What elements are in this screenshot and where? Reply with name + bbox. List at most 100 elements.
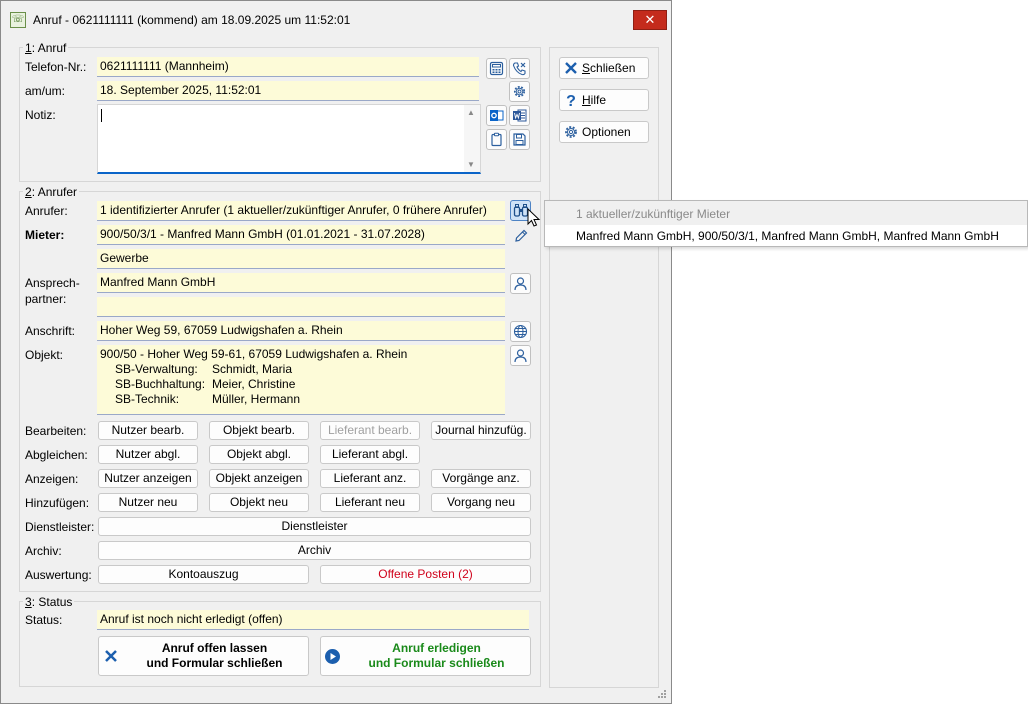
objekt-person: Schmidt, Maria	[212, 362, 293, 376]
lieferant-abgleichen-button[interactable]: Lieferant abgl.	[320, 445, 420, 464]
save-button[interactable]	[509, 129, 530, 150]
objekt-abgleichen-button[interactable]: Objekt abgl.	[209, 445, 309, 464]
notiz-label: Notiz:	[25, 108, 56, 122]
anruf-erledigen-label: Anruf erledigen und Formular schließen	[368, 641, 505, 670]
gear-icon	[513, 85, 526, 98]
calculator-button[interactable]	[486, 58, 507, 79]
popup-header-label: 1 aktueller/zukünftiger Mieter	[576, 207, 731, 221]
ansprechpartner-field[interactable]: Manfred Mann GmbH	[97, 273, 505, 293]
anrufer-popup-menu: 1 aktueller/zukünftiger Mieter Manfred M…	[544, 200, 1028, 247]
notiz-textarea[interactable]: ▲ ▼	[97, 104, 481, 174]
bearbeiten-label: Bearbeiten:	[25, 424, 87, 438]
auswertung-label: Auswertung:	[25, 568, 92, 582]
anrufer-label: Anrufer:	[25, 204, 68, 218]
objekt-anzeigen-button[interactable]: Objekt anzeigen	[209, 469, 309, 488]
svg-text:?: ?	[566, 93, 576, 108]
group-anruf-label: 1: Anruf	[23, 41, 69, 55]
optionen-button[interactable]: Optionen	[559, 121, 649, 143]
objekt-person-button[interactable]	[510, 345, 531, 366]
help-icon: ?	[566, 93, 576, 108]
notiz-scrollbar[interactable]: ▲ ▼	[464, 105, 480, 172]
title-bar: ☏ Anruf - 0621111111 (kommend) am 18.09.…	[1, 1, 671, 39]
anruf-offen-lassen-label: Anruf offen lassen und Formular schließe…	[146, 641, 283, 670]
objekt-neu-button[interactable]: Objekt neu	[209, 493, 309, 512]
archiv-button[interactable]: Archiv	[98, 541, 531, 560]
lieferant-neu-button[interactable]: Lieferant neu	[320, 493, 420, 512]
dienstleister-label: Dienstleister:	[25, 520, 95, 534]
person-icon	[514, 277, 527, 291]
mieter-line2-field[interactable]: Gewerbe	[97, 249, 505, 269]
anruf-offen-lassen-button[interactable]: Anruf offen lassen und Formular schließe…	[98, 636, 309, 676]
ansprechpartner-field-2[interactable]	[97, 297, 505, 317]
app-icon: ☏	[10, 12, 26, 28]
anruf-erledigen-button[interactable]: Anruf erledigen und Formular schließen	[320, 636, 531, 676]
amum-label: am/um:	[25, 84, 66, 98]
status-field[interactable]: Anruf ist noch nicht erledigt (offen)	[97, 610, 529, 630]
objekt-person: Meier, Christine	[212, 377, 296, 391]
side-panel	[549, 47, 659, 688]
dienstleister-button[interactable]: Dienstleister	[98, 517, 531, 536]
clipboard-button[interactable]	[486, 129, 507, 150]
anruf-window: ☏ Anruf - 0621111111 (kommend) am 18.09.…	[0, 0, 672, 704]
ansprech-label-1: Ansprech-	[25, 276, 80, 290]
anrufer-field[interactable]: 1 identifizierter Anrufer (1 aktueller/z…	[97, 201, 505, 221]
group-anrufer-label: 2: Anrufer	[23, 185, 80, 199]
outlook-button[interactable]	[486, 105, 507, 126]
offene-posten-button[interactable]: Offene Posten (2)	[320, 565, 531, 584]
lieferant-anzeigen-button[interactable]: Lieferant anz.	[320, 469, 420, 488]
popup-menu-item[interactable]: Manfred Mann GmbH, 900/50/3/1, Manfred M…	[576, 229, 999, 243]
phone-cancel-button[interactable]	[509, 58, 530, 79]
ansprech-label-2: partner:	[25, 292, 67, 306]
objekt-role: SB-Technik:	[115, 392, 180, 406]
objekt-row: SB-Buchhaltung: Meier, Christine	[100, 377, 502, 392]
anzeigen-label: Anzeigen:	[25, 472, 79, 486]
lieferant-bearbeiten-button[interactable]: Lieferant bearb.	[320, 421, 420, 440]
objekt-row: SB-Verwaltung: Schmidt, Maria	[100, 362, 502, 377]
window-title: Anruf - 0621111111 (kommend) am 18.09.20…	[33, 13, 351, 27]
schliessen-label: Schließen	[582, 61, 636, 75]
close-x-icon	[105, 650, 117, 662]
vorgang-neu-button[interactable]: Vorgang neu	[431, 493, 531, 512]
archiv-label: Archiv:	[25, 544, 62, 558]
hinzufuegen-label: Hinzufügen:	[25, 496, 90, 510]
popup-header: 1 aktueller/zukünftiger Mieter	[545, 201, 1027, 225]
abgleichen-label: Abgleichen:	[25, 448, 88, 462]
amum-field[interactable]: 18. September 2025, 11:52:01	[97, 81, 479, 101]
telefon-field[interactable]: 0621111111 (Mannheim)	[97, 57, 479, 77]
kontoauszug-button[interactable]: Kontoauszug	[98, 565, 309, 584]
settings-button[interactable]	[509, 81, 530, 102]
anschrift-field[interactable]: Hoher Weg 59, 67059 Ludwigshafen a. Rhei…	[97, 321, 505, 341]
gear-icon	[565, 126, 577, 138]
nutzer-abgleichen-button[interactable]: Nutzer abgl.	[98, 445, 198, 464]
window-close-button[interactable]: ✕	[633, 10, 667, 30]
objekt-label: Objekt:	[25, 348, 64, 362]
hilfe-label: Hilfe	[582, 93, 607, 107]
journal-hinzufuegen-button[interactable]: Journal hinzufüg.	[431, 421, 531, 440]
schliessen-button[interactable]: Schließen	[559, 57, 649, 79]
globe-button[interactable]	[510, 321, 531, 342]
mieter-field[interactable]: 900/50/3/1 - Manfred Mann GmbH (01.01.20…	[97, 225, 505, 245]
play-circle-icon	[325, 649, 340, 664]
hilfe-button[interactable]: ? Hilfe	[559, 89, 649, 111]
nutzer-bearbeiten-button[interactable]: Nutzer bearb.	[98, 421, 198, 440]
objekt-role: SB-Buchhaltung:	[115, 377, 206, 391]
clipboard-icon	[491, 132, 502, 147]
telefon-label: Telefon-Nr.:	[25, 60, 87, 74]
outlook-icon	[490, 110, 504, 121]
objekt-person: Müller, Hermann	[212, 392, 301, 406]
objekt-field[interactable]: 900/50 - Hoher Weg 59-61, 67059 Ludwigsh…	[97, 345, 505, 415]
objekt-role: SB-Verwaltung:	[115, 362, 198, 376]
save-icon	[513, 133, 526, 146]
objekt-row: SB-Technik: Müller, Hermann	[100, 392, 502, 407]
nutzer-anzeigen-button[interactable]: Nutzer anzeigen	[98, 469, 198, 488]
objekt-bearbeiten-button[interactable]: Objekt bearb.	[209, 421, 309, 440]
word-button[interactable]	[509, 105, 530, 126]
ansprechpartner-person-button[interactable]	[510, 273, 531, 294]
edit-mieter-button[interactable]	[510, 225, 531, 246]
vorgaenge-anzeigen-button[interactable]: Vorgänge anz.	[431, 469, 531, 488]
person-icon	[514, 349, 527, 363]
resize-grip-icon[interactable]	[655, 687, 667, 699]
nutzer-neu-button[interactable]: Nutzer neu	[98, 493, 198, 512]
globe-icon	[513, 324, 528, 339]
optionen-label: Optionen	[582, 125, 631, 139]
